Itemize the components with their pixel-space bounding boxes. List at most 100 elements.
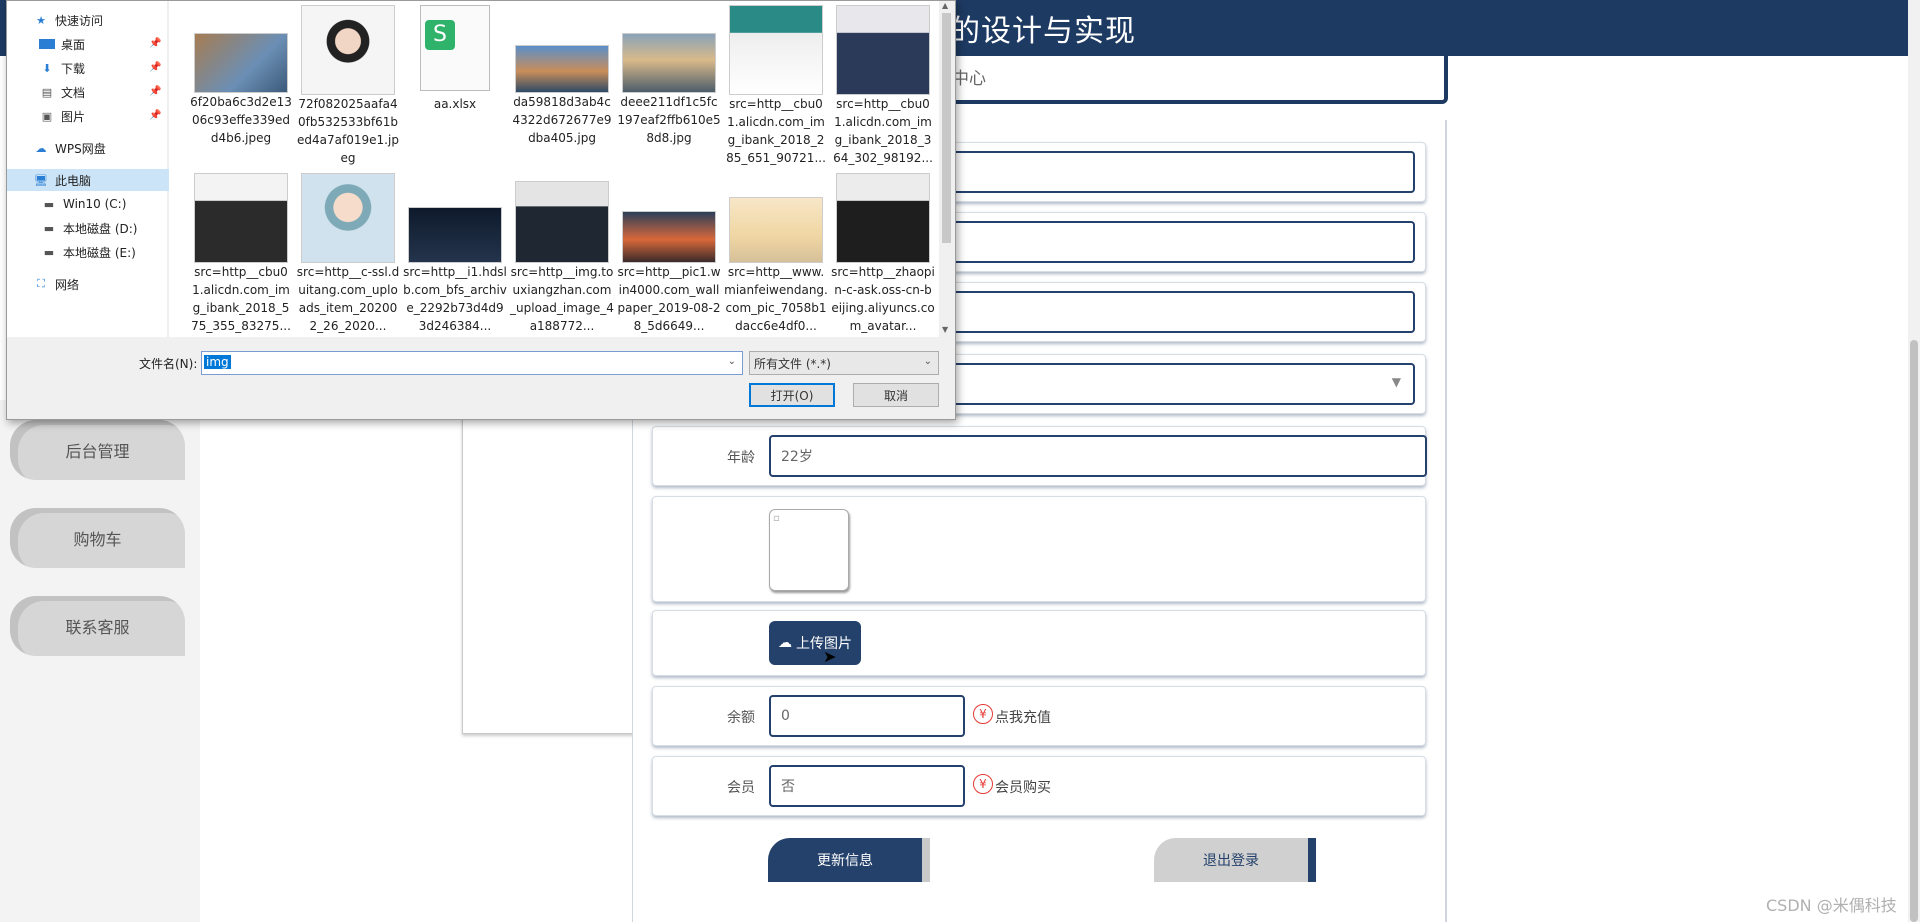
filename-selected-text: img	[204, 355, 231, 369]
file-name: src=http__i1.hdslb.com_bfs_archive_2292b…	[403, 265, 507, 333]
picture-icon: ▣	[41, 109, 53, 123]
spreadsheet-icon: S	[420, 5, 490, 91]
file-item[interactable]: src=http__zhaopin-c-ask.oss-cn-beijing.a…	[831, 173, 935, 343]
file-item[interactable]: src=http__cbu01.alicdn.com_img_ibank_201…	[724, 5, 828, 175]
file-item[interactable]: 72f082025aafa40fb532533bf61bed4a7af019e1…	[296, 5, 400, 175]
landscape-thumb	[194, 33, 288, 93]
landscape-thumb	[622, 33, 716, 93]
yen-icon: ¥	[973, 704, 993, 724]
file-item[interactable]: src=http__c-ssl.duitang.com_uploads_item…	[296, 173, 400, 343]
sidebar-item-service[interactable]: 联系客服	[10, 596, 185, 656]
sidebar-item-cart[interactable]: 购物车	[10, 508, 185, 568]
file-item[interactable]: deee211df1c5fc197eaf2ffb610e58d8.jpg	[617, 5, 721, 175]
yen-icon: ¥	[973, 774, 993, 794]
file-item[interactable]: src=http__cbu01.alicdn.com_img_ibank_201…	[189, 173, 293, 343]
file-item[interactable]: src=http__www.mianfeiwendang.com_pic_705…	[724, 173, 828, 343]
age-label: 年龄	[727, 450, 755, 466]
age-input[interactable]: 22岁	[769, 435, 1427, 477]
file-list-scrollbar[interactable]: ▲ ▼	[939, 1, 954, 337]
tree-item-label: 文档	[61, 85, 86, 100]
cancel-button[interactable]: 取消	[853, 383, 939, 407]
recharge-link[interactable]: 点我充值	[995, 707, 1051, 727]
logout-button[interactable]: 退出登录	[1154, 838, 1308, 882]
document-icon: ▤	[41, 85, 53, 99]
form-row-member: 会员 否 ¥ 会员购买	[652, 756, 1426, 816]
file-item[interactable]: S aa.xlsx	[403, 5, 507, 175]
page-scrollbar[interactable]	[1908, 0, 1920, 922]
tree-item-label: 本地磁盘 (D:)	[63, 221, 138, 236]
chevron-down-icon[interactable]: ⌄	[728, 356, 736, 367]
filetype-value: 所有文件 (*.*)	[754, 356, 831, 371]
tree-item-label: Win10 (C:)	[63, 197, 127, 211]
page-title: 的设计与实现	[950, 14, 1136, 49]
file-name: aa.xlsx	[433, 97, 477, 111]
file-name: deee211df1c5fc197eaf2ffb610e58d8.jpg	[617, 95, 721, 145]
buy-member-link[interactable]: 会员购买	[995, 777, 1051, 797]
sidebar-item-admin[interactable]: 后台管理	[10, 420, 185, 480]
file-name: src=http__c-ssl.duitang.com_uploads_item…	[296, 265, 400, 333]
tree-item-label: 图片	[61, 109, 86, 124]
file-item[interactable]: src=http__i1.hdslb.com_bfs_archive_2292b…	[403, 173, 507, 343]
portrait-thumb	[515, 181, 609, 263]
scroll-up-icon[interactable]: ▲	[942, 1, 948, 10]
tree-item-wps-cloud[interactable]: ☁ WPS网盘	[7, 137, 191, 159]
tree-item-this-pc[interactable]: 🖥 此电脑	[7, 169, 171, 191]
file-name: src=http__zhaopin-c-ask.oss-cn-beijing.a…	[831, 265, 935, 333]
cloud-upload-icon: ☁	[778, 635, 792, 651]
desktop-icon	[39, 39, 55, 49]
tree-item-label: 本地磁盘 (E:)	[63, 245, 136, 260]
file-list-scrollbar-thumb[interactable]	[942, 13, 951, 243]
file-item[interactable]: src=http__pic1.win4000.com_wallpaper_201…	[617, 173, 721, 343]
file-open-dialog: ★ 快速访问 桌面 📌 ⬇ 下载 📌 ▤ 文档 📌 ▣ 图片 📌 ☁ WPS网盘…	[6, 0, 956, 420]
sunset-thumb	[622, 211, 716, 263]
page-scrollbar-thumb[interactable]	[1910, 340, 1918, 922]
portrait-thumb	[194, 173, 288, 263]
form-row-balance: 余额 0 ¥ 点我充值	[652, 686, 1426, 746]
download-icon: ⬇	[42, 61, 52, 75]
drive-icon: ▬	[43, 197, 55, 211]
open-button[interactable]: 打开(O)	[749, 383, 835, 407]
file-item[interactable]: src=http__cbu01.alicdn.com_img_ibank_201…	[831, 5, 935, 175]
chevron-down-icon: ⌄	[923, 356, 932, 367]
file-name: src=http__cbu01.alicdn.com_img_ibank_201…	[191, 265, 291, 333]
content-box	[462, 390, 644, 734]
portrait-thumb	[729, 5, 823, 95]
tree-item-label: 网络	[55, 277, 80, 292]
file-name: src=http__www.mianfeiwendang.com_pic_705…	[724, 265, 828, 333]
filetype-select[interactable]: 所有文件 (*.*) ⌄	[749, 351, 939, 375]
landscape-thumb	[515, 45, 609, 93]
file-name: 6f20ba6c3d2e1306c93effe339edd4b6.jpeg	[190, 95, 292, 145]
pin-icon: 📌	[149, 38, 162, 49]
file-name: src=http__pic1.win4000.com_wallpaper_201…	[617, 265, 721, 333]
pin-icon: 📌	[149, 62, 162, 73]
member-input[interactable]: 否	[769, 765, 965, 807]
computer-icon: 🖥	[34, 173, 48, 187]
file-item[interactable]: 6f20ba6c3d2e1306c93effe339edd4b6.jpeg	[189, 5, 293, 175]
balance-input[interactable]: 0	[769, 695, 965, 737]
tree-item-label: WPS网盘	[55, 141, 106, 156]
update-info-button[interactable]: 更新信息	[768, 838, 922, 882]
tree-item-network[interactable]: ⛶ 网络	[7, 273, 191, 295]
portrait-thumb	[836, 5, 930, 95]
tree-item-quick-access[interactable]: ★ 快速访问	[7, 9, 191, 31]
file-name: src=http__img.touxiangzhan.com_upload_im…	[510, 265, 614, 333]
form-row-upload: ☁ 上传图片 ➤	[652, 610, 1426, 676]
avatar-thumb	[301, 5, 395, 95]
scroll-down-icon[interactable]: ▼	[942, 325, 948, 334]
filename-label: 文件名(N):	[139, 357, 198, 371]
file-name: src=http__cbu01.alicdn.com_img_ibank_201…	[726, 97, 826, 165]
filename-input[interactable]: img ⌄	[201, 351, 743, 375]
pin-icon: 📌	[149, 86, 162, 97]
file-item[interactable]: da59818d3ab4c4322d672677e9dba405.jpg	[510, 5, 614, 175]
nav-item-center[interactable]: 中心	[952, 64, 986, 89]
drive-icon: ▬	[43, 221, 55, 235]
mouse-cursor-icon: ➤	[823, 647, 837, 666]
cartoon-thumb	[301, 173, 395, 263]
chevron-down-icon: ▼	[1391, 375, 1401, 389]
watermark: CSDN @米偶科技	[1766, 896, 1897, 915]
network-icon: ⛶	[37, 277, 45, 290]
file-item[interactable]: src=http__img.touxiangzhan.com_upload_im…	[510, 173, 614, 343]
night-thumb	[408, 207, 502, 263]
file-name: da59818d3ab4c4322d672677e9dba405.jpg	[512, 95, 612, 145]
upload-image-button[interactable]: ☁ 上传图片	[769, 621, 861, 665]
